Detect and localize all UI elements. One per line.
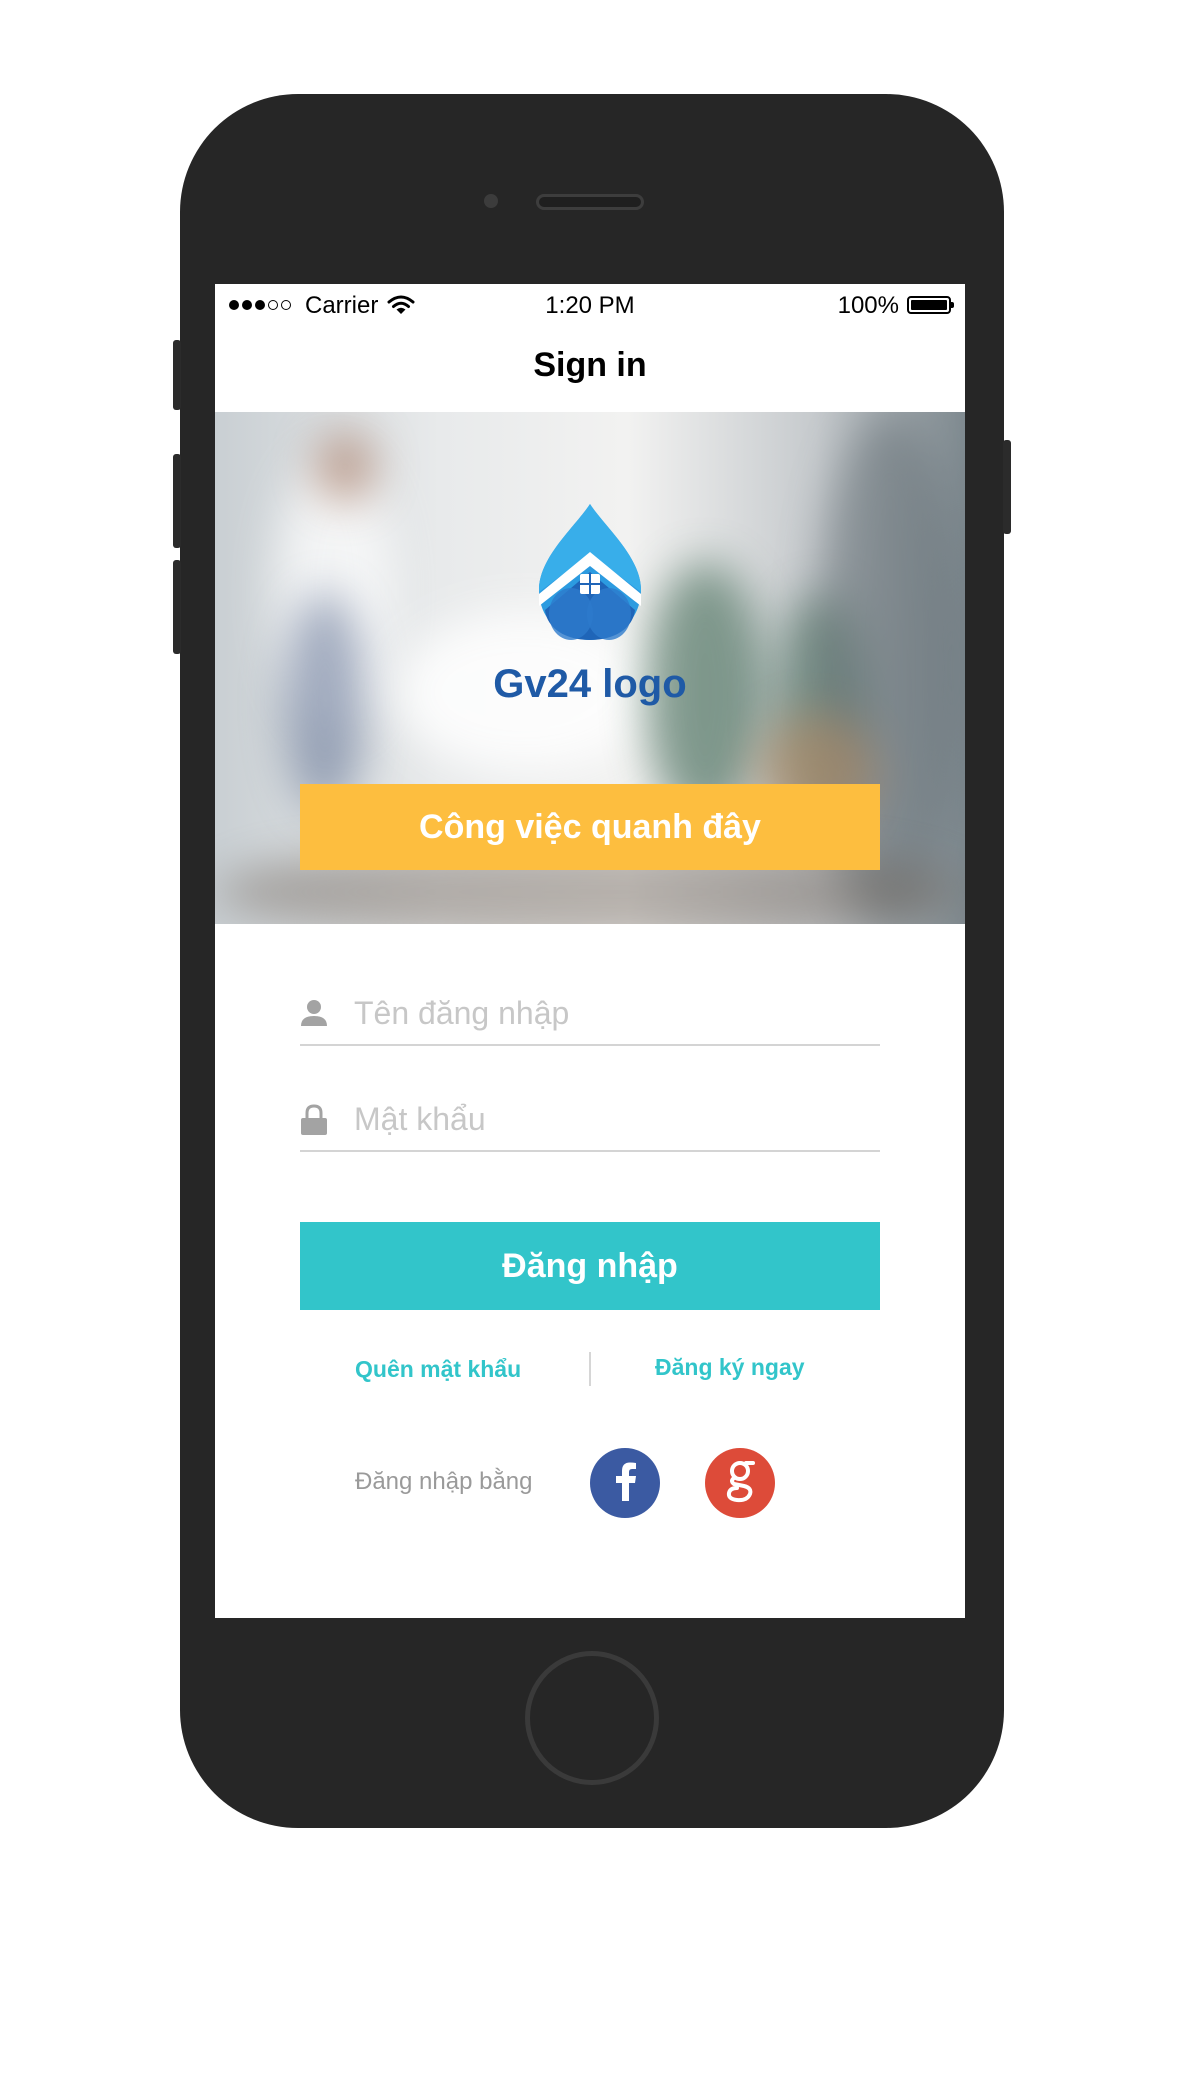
link-divider [589,1352,591,1386]
google-login-button[interactable] [705,1448,775,1518]
username-input[interactable] [352,984,876,1042]
logo-text: Gv24 logo [493,662,687,706]
battery-icon [907,296,954,314]
home-button[interactable] [525,1651,659,1785]
volume-down-button [173,560,181,654]
front-camera [484,194,498,208]
facebook-icon [610,1461,640,1506]
social-login-label: Đăng nhập bằng [355,1468,533,1495]
app-logo-icon [215,502,965,647]
password-field [300,1090,880,1152]
username-field [300,984,880,1046]
password-input[interactable] [352,1090,876,1148]
app-screen: Carrier 1:20 PM 100% Sign in Gv24 logo C… [215,284,965,1618]
forgot-password-link[interactable]: Quên mật khẩu [355,1356,521,1383]
volume-up-button [173,454,181,548]
page-title: Sign in [533,346,647,384]
power-button [1003,440,1011,534]
user-icon [300,998,328,1033]
lock-icon [300,1104,328,1141]
google-icon [722,1459,758,1508]
register-link[interactable]: Đăng ký ngay [655,1354,805,1381]
hero-banner: Gv24 logo Công việc quanh đây [215,412,965,924]
login-button[interactable]: Đăng nhập [300,1222,880,1310]
nearby-jobs-button[interactable]: Công việc quanh đây [300,784,880,870]
status-bar: Carrier 1:20 PM 100% [215,284,965,324]
mute-switch [173,340,181,410]
facebook-login-button[interactable] [590,1448,660,1518]
earpiece-speaker [536,194,644,210]
battery-percentage: 100% [837,292,899,319]
